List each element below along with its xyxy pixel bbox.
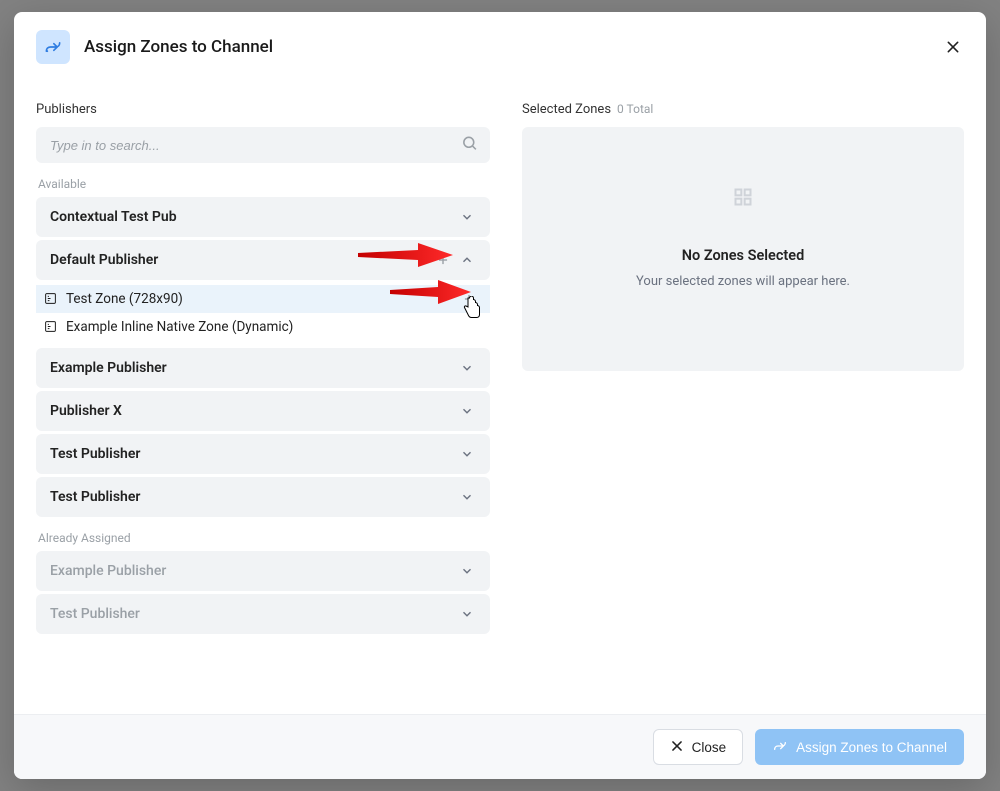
publisher-name: Publisher X — [50, 403, 122, 419]
modal-footer: Close Assign Zones to Channel — [14, 714, 986, 779]
empty-subtitle: Your selected zones will appear here. — [636, 274, 850, 289]
chevron-up-icon — [458, 251, 476, 269]
selected-zones-label: Selected Zones — [522, 102, 611, 117]
close-icon — [670, 739, 684, 756]
assign-icon — [36, 30, 70, 64]
search-input[interactable] — [36, 127, 490, 163]
publishers-panel: Publishers Available Contextual Test Pub… — [36, 102, 490, 704]
zone-name: Test Zone (728x90) — [66, 291, 460, 307]
selected-zones-panel: Selected Zones 0 Total No Zones Selected… — [522, 102, 964, 704]
modal-header: Assign Zones to Channel — [14, 12, 986, 78]
assigned-publisher-row[interactable]: Test Publisher — [36, 594, 490, 634]
grid-icon — [733, 187, 753, 211]
publisher-name: Test Publisher — [50, 606, 140, 622]
publisher-name: Example Publisher — [50, 360, 167, 376]
close-button[interactable]: Close — [653, 729, 744, 765]
already-assigned-label: Already Assigned — [38, 531, 490, 545]
close-icon[interactable] — [942, 36, 964, 58]
zone-row[interactable]: Test Zone (728x90) — [36, 285, 490, 313]
search-icon — [461, 135, 478, 156]
add-zone-icon[interactable] — [460, 290, 478, 308]
chevron-down-icon — [458, 562, 476, 580]
publisher-name: Example Publisher — [50, 563, 166, 579]
assign-icon — [772, 738, 788, 757]
publishers-label: Publishers — [36, 102, 490, 117]
publisher-row[interactable]: Test Publisher — [36, 434, 490, 474]
chevron-down-icon — [458, 359, 476, 377]
chevron-down-icon — [458, 605, 476, 623]
publisher-row[interactable]: Contextual Test Pub — [36, 197, 490, 237]
publisher-row[interactable]: Publisher X — [36, 391, 490, 431]
chevron-down-icon — [458, 445, 476, 463]
selected-count: 0 Total — [617, 102, 653, 116]
publisher-name: Test Publisher — [50, 489, 140, 505]
assign-button-label: Assign Zones to Channel — [796, 740, 947, 755]
close-button-label: Close — [692, 740, 727, 755]
zone-list: Test Zone (728x90) Example Inline Native… — [36, 283, 490, 345]
chevron-down-icon — [458, 402, 476, 420]
chevron-down-icon — [458, 208, 476, 226]
zone-icon — [44, 320, 58, 334]
assign-zones-modal: Assign Zones to Channel Publishers Avail… — [14, 12, 986, 779]
publisher-row-expanded[interactable]: Default Publisher — [36, 240, 490, 280]
zone-icon — [44, 292, 58, 306]
publisher-row[interactable]: Example Publisher — [36, 348, 490, 388]
empty-state: No Zones Selected Your selected zones wi… — [522, 127, 964, 371]
assign-zones-button[interactable]: Assign Zones to Channel — [755, 729, 964, 765]
publisher-name: Contextual Test Pub — [50, 209, 177, 225]
modal-title: Assign Zones to Channel — [84, 37, 942, 57]
add-all-zones-icon[interactable] — [434, 251, 452, 269]
available-label: Available — [38, 177, 490, 191]
publisher-name: Test Publisher — [50, 446, 140, 462]
zone-name: Example Inline Native Zone (Dynamic) — [66, 319, 478, 335]
assigned-publisher-row[interactable]: Example Publisher — [36, 551, 490, 591]
zone-row[interactable]: Example Inline Native Zone (Dynamic) — [36, 313, 490, 341]
publisher-name: Default Publisher — [50, 252, 158, 268]
publisher-row[interactable]: Test Publisher — [36, 477, 490, 517]
empty-title: No Zones Selected — [682, 247, 804, 264]
chevron-down-icon — [458, 488, 476, 506]
